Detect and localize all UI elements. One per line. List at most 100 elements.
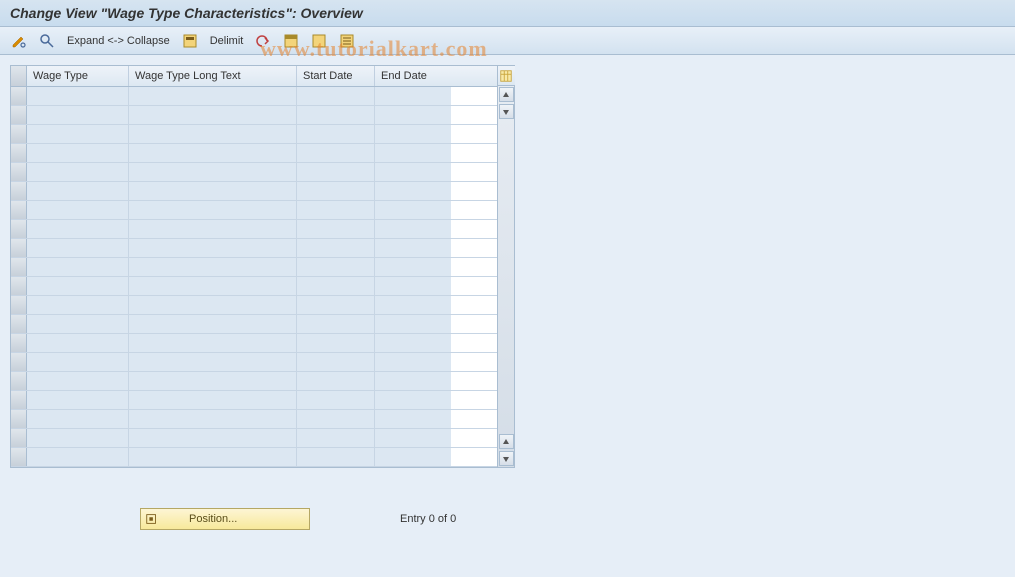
cell-wage-type[interactable]	[27, 296, 129, 314]
cell-end-date[interactable]	[375, 277, 451, 295]
cell-wage-type[interactable]	[27, 258, 129, 276]
cell-wage-type[interactable]	[27, 182, 129, 200]
details-button[interactable]	[36, 32, 58, 50]
cell-end-date[interactable]	[375, 201, 451, 219]
row-selector[interactable]	[11, 182, 27, 200]
cell-wage-type[interactable]	[27, 372, 129, 390]
cell-wage-type-long-text[interactable]	[129, 163, 297, 181]
cell-wage-type-long-text[interactable]	[129, 106, 297, 124]
cell-wage-type-long-text[interactable]	[129, 448, 297, 466]
cell-wage-type[interactable]	[27, 201, 129, 219]
cell-wage-type-long-text[interactable]	[129, 353, 297, 371]
cell-start-date[interactable]	[297, 106, 375, 124]
cell-start-date[interactable]	[297, 239, 375, 257]
cell-wage-type[interactable]	[27, 429, 129, 447]
cell-wage-type-long-text[interactable]	[129, 372, 297, 390]
col-header-start-date[interactable]: Start Date	[297, 66, 375, 86]
cell-wage-type[interactable]	[27, 87, 129, 105]
cell-end-date[interactable]	[375, 163, 451, 181]
scroll-down-button-2[interactable]	[499, 451, 514, 466]
row-selector[interactable]	[11, 315, 27, 333]
cell-wage-type[interactable]	[27, 239, 129, 257]
cell-wage-type[interactable]	[27, 334, 129, 352]
row-selector[interactable]	[11, 410, 27, 428]
cell-wage-type-long-text[interactable]	[129, 410, 297, 428]
cell-wage-type[interactable]	[27, 106, 129, 124]
scroll-up-button[interactable]	[499, 87, 514, 102]
cell-end-date[interactable]	[375, 315, 451, 333]
cell-start-date[interactable]	[297, 391, 375, 409]
cell-wage-type[interactable]	[27, 410, 129, 428]
cell-wage-type-long-text[interactable]	[129, 220, 297, 238]
cell-start-date[interactable]	[297, 277, 375, 295]
cell-end-date[interactable]	[375, 296, 451, 314]
cell-start-date[interactable]	[297, 87, 375, 105]
cell-wage-type[interactable]	[27, 220, 129, 238]
cell-wage-type-long-text[interactable]	[129, 239, 297, 257]
cell-wage-type-long-text[interactable]	[129, 391, 297, 409]
row-selector[interactable]	[11, 372, 27, 390]
table-settings-button[interactable]	[498, 66, 515, 86]
cell-start-date[interactable]	[297, 220, 375, 238]
select-block-button[interactable]	[179, 32, 201, 50]
cell-end-date[interactable]	[375, 391, 451, 409]
configure-button[interactable]	[336, 32, 358, 50]
cell-end-date[interactable]	[375, 87, 451, 105]
cell-end-date[interactable]	[375, 372, 451, 390]
cell-start-date[interactable]	[297, 429, 375, 447]
cell-start-date[interactable]	[297, 448, 375, 466]
cell-wage-type-long-text[interactable]	[129, 277, 297, 295]
row-selector[interactable]	[11, 239, 27, 257]
row-selector[interactable]	[11, 391, 27, 409]
cell-end-date[interactable]	[375, 106, 451, 124]
select-all-button[interactable]	[280, 32, 302, 50]
cell-start-date[interactable]	[297, 201, 375, 219]
row-selector[interactable]	[11, 448, 27, 466]
cell-wage-type[interactable]	[27, 163, 129, 181]
row-selector[interactable]	[11, 429, 27, 447]
position-button[interactable]: Position...	[140, 508, 310, 530]
row-selector[interactable]	[11, 163, 27, 181]
row-selector[interactable]	[11, 353, 27, 371]
cell-wage-type[interactable]	[27, 448, 129, 466]
cell-wage-type[interactable]	[27, 315, 129, 333]
cell-wage-type-long-text[interactable]	[129, 87, 297, 105]
undo-button[interactable]	[252, 32, 274, 50]
scroll-up-button-2[interactable]	[499, 434, 514, 449]
cell-wage-type-long-text[interactable]	[129, 315, 297, 333]
cell-end-date[interactable]	[375, 353, 451, 371]
deselect-all-button[interactable]	[308, 32, 330, 50]
cell-wage-type-long-text[interactable]	[129, 334, 297, 352]
cell-end-date[interactable]	[375, 334, 451, 352]
cell-end-date[interactable]	[375, 429, 451, 447]
cell-wage-type-long-text[interactable]	[129, 144, 297, 162]
cell-wage-type[interactable]	[27, 353, 129, 371]
row-selector[interactable]	[11, 296, 27, 314]
expand-collapse-button[interactable]: Expand <-> Collapse	[64, 34, 173, 48]
change-display-button[interactable]	[8, 32, 30, 50]
row-selector[interactable]	[11, 334, 27, 352]
cell-start-date[interactable]	[297, 163, 375, 181]
cell-wage-type-long-text[interactable]	[129, 201, 297, 219]
col-header-wage-type-long-text[interactable]: Wage Type Long Text	[129, 66, 297, 86]
cell-start-date[interactable]	[297, 258, 375, 276]
cell-wage-type[interactable]	[27, 277, 129, 295]
row-selector[interactable]	[11, 87, 27, 105]
cell-wage-type-long-text[interactable]	[129, 182, 297, 200]
cell-start-date[interactable]	[297, 182, 375, 200]
row-selector[interactable]	[11, 125, 27, 143]
row-selector[interactable]	[11, 277, 27, 295]
cell-end-date[interactable]	[375, 144, 451, 162]
row-selector[interactable]	[11, 258, 27, 276]
cell-wage-type[interactable]	[27, 391, 129, 409]
row-selector[interactable]	[11, 201, 27, 219]
cell-wage-type-long-text[interactable]	[129, 429, 297, 447]
cell-wage-type-long-text[interactable]	[129, 125, 297, 143]
scroll-down-button[interactable]	[499, 104, 514, 119]
cell-end-date[interactable]	[375, 125, 451, 143]
row-selector-header[interactable]	[11, 66, 27, 86]
cell-wage-type-long-text[interactable]	[129, 296, 297, 314]
cell-start-date[interactable]	[297, 353, 375, 371]
cell-start-date[interactable]	[297, 334, 375, 352]
row-selector[interactable]	[11, 220, 27, 238]
